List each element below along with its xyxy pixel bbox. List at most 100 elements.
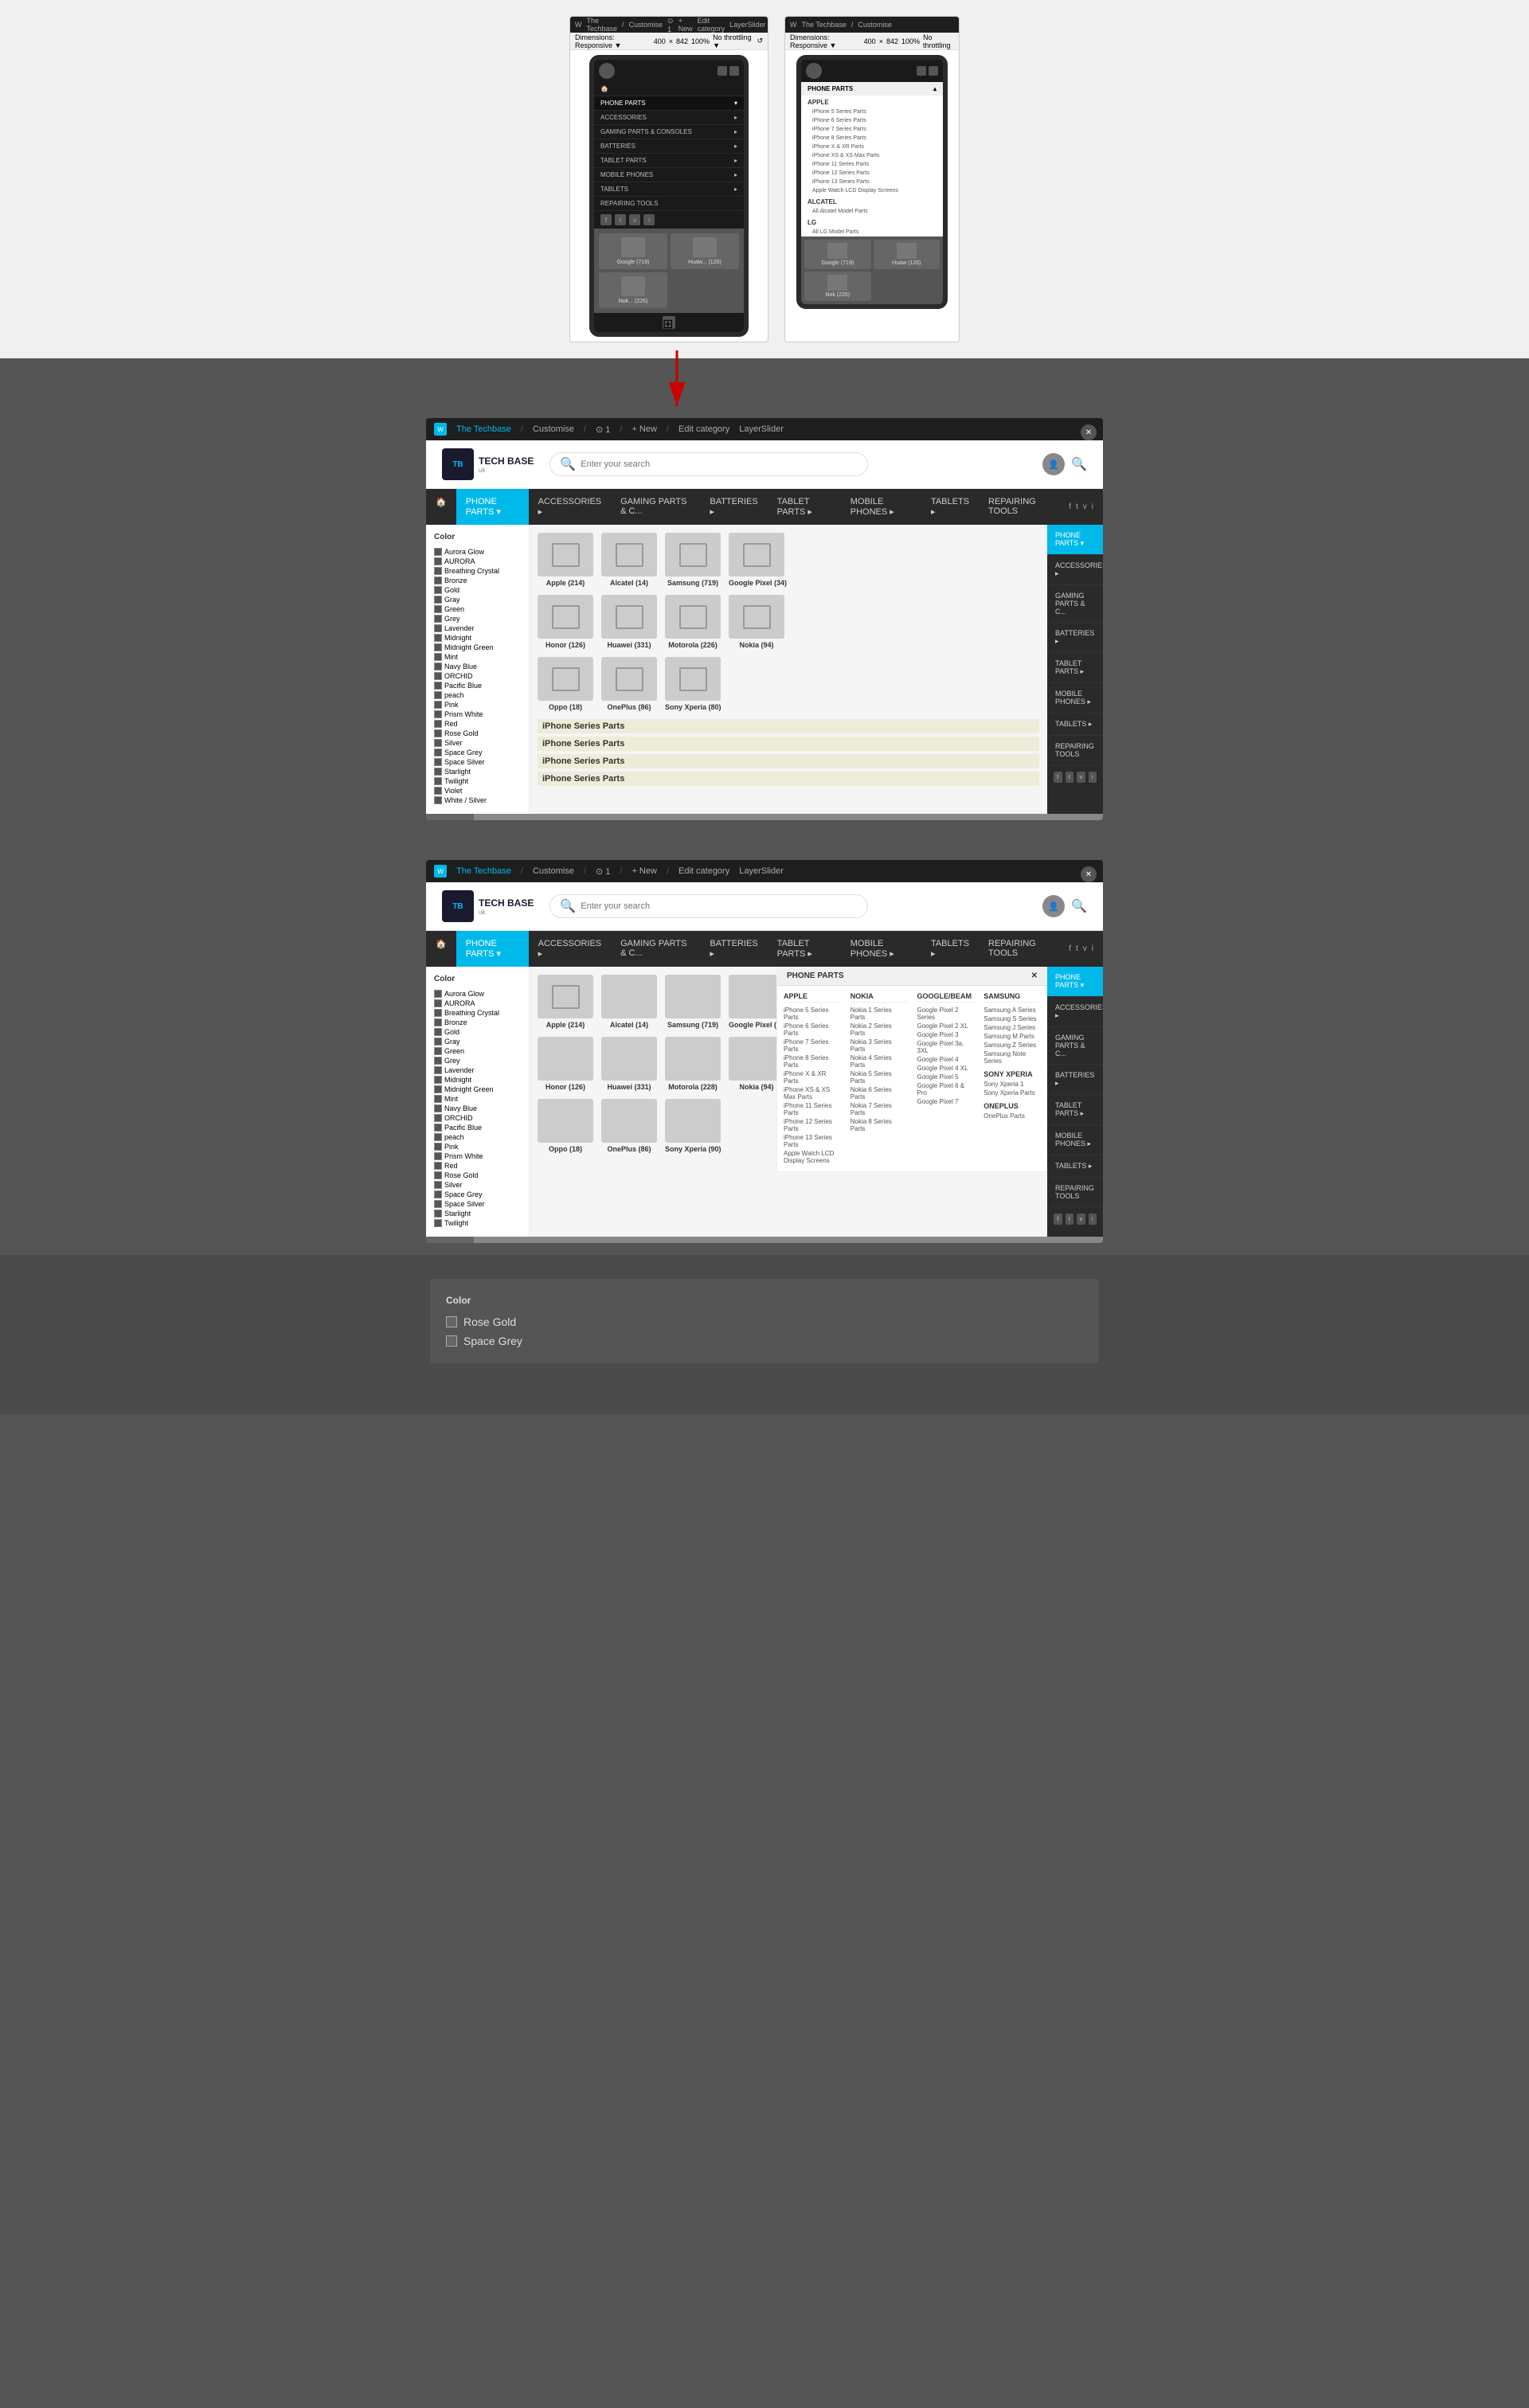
exp-samsung-j[interactable]: Samsung J Series bbox=[983, 1023, 1041, 1032]
s2-cb-orchid[interactable] bbox=[434, 1114, 442, 1122]
nav-gaming-1[interactable]: GAMING PARTS & C... bbox=[611, 489, 700, 525]
b2-alcatel[interactable]: Alcatel (14) bbox=[601, 975, 657, 1029]
brand-samsung[interactable]: Samsung (719) bbox=[665, 533, 721, 587]
checkbox-lavender[interactable] bbox=[434, 624, 442, 632]
customize-1[interactable]: Customise bbox=[533, 424, 574, 434]
layer-slider-2[interactable]: LayerSlider bbox=[739, 866, 784, 876]
brand-motorola[interactable]: Motorola (226) bbox=[665, 595, 721, 649]
search-btn-1[interactable]: 🔍 bbox=[1071, 456, 1087, 472]
b2-oppo[interactable]: Oppo (18) bbox=[538, 1099, 593, 1153]
right2-tw[interactable]: t bbox=[1066, 1214, 1074, 1225]
b2-oneplus[interactable]: OnePlus (86) bbox=[601, 1099, 657, 1153]
b2-motorola[interactable]: Motorola (228) bbox=[665, 1037, 721, 1091]
exp-sony-parts[interactable]: Sony Xperia Parts bbox=[983, 1089, 1041, 1097]
nav-tablet-1[interactable]: TABLET PARTS ▸ bbox=[768, 489, 841, 525]
nav2-phone-parts[interactable]: PHONE PARTS ▾ bbox=[456, 931, 529, 967]
exp-nokia-8[interactable]: Nokia 8 Series Parts bbox=[851, 1117, 908, 1133]
brand-nokia[interactable]: Nokia (94) bbox=[729, 595, 784, 649]
s2-cb-grey[interactable] bbox=[434, 1057, 442, 1065]
left-fb-icon[interactable]: f bbox=[600, 214, 612, 225]
exp-apple-11[interactable]: iPhone 11 Series Parts bbox=[784, 1101, 841, 1117]
checkbox-twilight[interactable] bbox=[434, 777, 442, 785]
right-apple-watch[interactable]: Apple Watch LCD Display Screens bbox=[801, 186, 943, 195]
nav-repairing-1[interactable]: REPAIRING TOOLS bbox=[979, 489, 1059, 525]
s2-cb-prism[interactable] bbox=[434, 1152, 442, 1160]
exp-google-pixel4xl[interactable]: Google Pixel 4 XL bbox=[917, 1064, 975, 1073]
checkbox-breathing[interactable] bbox=[434, 567, 442, 575]
s2-cb-navy[interactable] bbox=[434, 1104, 442, 1112]
site-name-2[interactable]: The Techbase bbox=[456, 866, 511, 876]
edit-cat-2[interactable]: Edit category bbox=[678, 866, 729, 876]
right2-tablet[interactable]: TABLET PARTS ▸ bbox=[1047, 1095, 1103, 1125]
right-iphone13[interactable]: iPhone 13 Series Parts bbox=[801, 178, 943, 186]
close-button-2[interactable]: ✕ bbox=[1081, 866, 1097, 882]
left-admin-customize[interactable]: Customise bbox=[629, 21, 663, 29]
right2-accessories[interactable]: ACCESSORIES ▸ bbox=[1047, 997, 1103, 1027]
right2-tablets[interactable]: TABLETS ▸ bbox=[1047, 1155, 1103, 1178]
exp-apple-13[interactable]: iPhone 13 Series Parts bbox=[784, 1133, 841, 1149]
exp-dropdown-close-2[interactable]: ✕ bbox=[1031, 971, 1038, 980]
s2-cb-space-silver[interactable] bbox=[434, 1200, 442, 1208]
checkbox-navy[interactable] bbox=[434, 663, 442, 670]
exp-samsung-s[interactable]: Samsung S Series bbox=[983, 1014, 1041, 1023]
exp-nokia-7[interactable]: Nokia 7 Series Parts bbox=[851, 1101, 908, 1117]
s2-cb-gray[interactable] bbox=[434, 1038, 442, 1046]
s2-cb-starlight[interactable] bbox=[434, 1210, 442, 1218]
exp-nokia-1[interactable]: Nokia 1 Series Parts bbox=[851, 1006, 908, 1022]
new-btn-1[interactable]: + New bbox=[632, 424, 657, 434]
left-menu-repairing[interactable]: REPAIRING TOOLS bbox=[594, 197, 744, 211]
nav2-vimeo[interactable]: v bbox=[1083, 944, 1087, 953]
exp-samsung-m[interactable]: Samsung M Parts bbox=[983, 1032, 1041, 1041]
nav-phone-parts-1[interactable]: PHONE PARTS ▾ bbox=[456, 489, 529, 525]
nav-batteries-1[interactable]: BATTERIES ▸ bbox=[700, 489, 767, 525]
left-menu-accessories[interactable]: ACCESSORIES ▸ bbox=[594, 111, 744, 125]
right2-ig[interactable]: i bbox=[1089, 1214, 1097, 1225]
right2-batteries[interactable]: BATTERIES ▸ bbox=[1047, 1065, 1103, 1095]
checkbox-pink[interactable] bbox=[434, 701, 442, 709]
checkbox-green[interactable] bbox=[434, 605, 442, 613]
exp-google-pixel5[interactable]: Google Pixel 5 bbox=[917, 1073, 975, 1081]
checkbox-starlight[interactable] bbox=[434, 768, 442, 776]
customize-2[interactable]: Customise bbox=[533, 866, 574, 876]
right-iphone6[interactable]: iPhone 6 Series Parts bbox=[801, 116, 943, 125]
right-iphone12[interactable]: iPhone 12 Series Parts bbox=[801, 169, 943, 178]
site-name-1[interactable]: The Techbase bbox=[456, 424, 511, 434]
checkbox-bronze[interactable] bbox=[434, 577, 442, 584]
right-vimeo-icon[interactable]: v bbox=[1077, 772, 1085, 783]
checkbox-midnight-green[interactable] bbox=[434, 643, 442, 651]
nav2-tablets[interactable]: TABLETS ▸ bbox=[921, 931, 979, 967]
right-iphone11[interactable]: iPhone 11 Series Parts bbox=[801, 160, 943, 169]
s2-cb-gold[interactable] bbox=[434, 1028, 442, 1036]
right2-mobile[interactable]: MOBILE PHONES ▸ bbox=[1047, 1125, 1103, 1155]
s2-cb-space-grey[interactable] bbox=[434, 1190, 442, 1198]
checkbox-aurora[interactable] bbox=[434, 557, 442, 565]
right2-phone-parts[interactable]: PHONE PARTS ▾ bbox=[1047, 967, 1103, 997]
s2-cb-pink[interactable] bbox=[434, 1143, 442, 1151]
nav2-repairing[interactable]: REPAIRING TOOLS bbox=[979, 931, 1059, 967]
b2-apple[interactable]: Apple (214) bbox=[538, 975, 593, 1029]
user-avatar-1[interactable]: 👤 bbox=[1042, 453, 1065, 475]
nav2-gaming[interactable]: GAMING PARTS & C... bbox=[611, 931, 700, 967]
checkbox-white-silver[interactable] bbox=[434, 796, 442, 804]
edit-cat-1[interactable]: Edit category bbox=[678, 424, 729, 434]
b2-huawei[interactable]: Huawei (331) bbox=[601, 1037, 657, 1091]
checkbox-space-silver[interactable] bbox=[434, 758, 442, 766]
nav2-tw[interactable]: t bbox=[1076, 944, 1078, 953]
s2-cb-aurora[interactable] bbox=[434, 999, 442, 1007]
brand-oppo[interactable]: Oppo (18) bbox=[538, 657, 593, 711]
nav-home-1[interactable]: 🏠 bbox=[426, 489, 456, 525]
exp-nokia-5[interactable]: Nokia 5 Series Parts bbox=[851, 1069, 908, 1085]
exp-apple-x[interactable]: iPhone X & XR Parts bbox=[784, 1069, 841, 1085]
exp-google-pixel7[interactable]: Google Pixel 7 bbox=[917, 1097, 975, 1106]
left-admin-new[interactable]: + New bbox=[678, 17, 693, 33]
scroll-thumb-2[interactable] bbox=[426, 1237, 474, 1243]
right2-vimeo[interactable]: v bbox=[1077, 1214, 1085, 1225]
nav-tw-1[interactable]: t bbox=[1076, 502, 1078, 511]
right2-fb[interactable]: f bbox=[1054, 1214, 1062, 1225]
nav2-tablet[interactable]: TABLET PARTS ▸ bbox=[768, 931, 841, 967]
left-admin-layer[interactable]: LayerSlider bbox=[729, 21, 766, 29]
new-btn-2[interactable]: + New bbox=[632, 866, 657, 876]
checkbox-gold[interactable] bbox=[434, 586, 442, 594]
exp-samsung-note[interactable]: Samsung Note Series bbox=[983, 1050, 1041, 1065]
s2-cb-breathing[interactable] bbox=[434, 1009, 442, 1017]
